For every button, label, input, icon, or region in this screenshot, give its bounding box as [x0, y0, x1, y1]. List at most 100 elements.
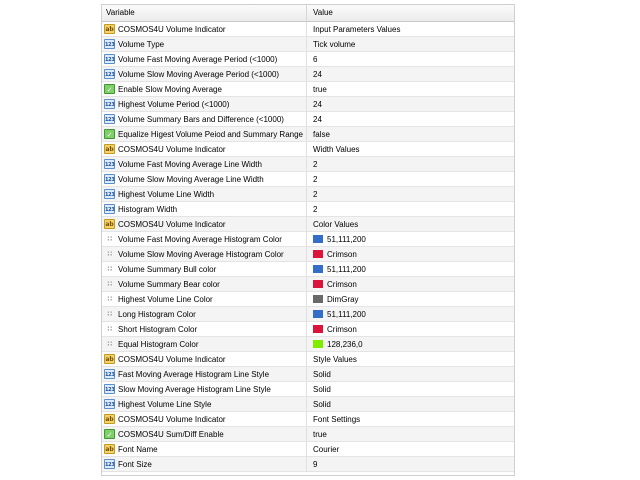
- color-icon: ∷: [107, 280, 112, 288]
- table-row[interactable]: ∷ Highest Volume Line Color DimGray: [102, 292, 514, 307]
- table-row[interactable]: ∷ Long Histogram Color 51,111,200: [102, 307, 514, 322]
- value-cell[interactable]: 2: [307, 187, 514, 201]
- variable-cell: ab COSMOS4U Volume Indicator: [102, 217, 307, 231]
- parameter-value: DimGray: [327, 294, 359, 304]
- parameter-value: Crimson: [327, 249, 357, 259]
- variable-cell: ∷ Volume Summary Bull color: [102, 262, 307, 276]
- table-row[interactable]: 123 Fast Moving Average Histogram Line St…: [102, 367, 514, 382]
- table-row[interactable]: 123 Volume Slow Moving Average Line Width…: [102, 172, 514, 187]
- table-row[interactable]: 123 Volume Fast Moving Average Period (<1…: [102, 52, 514, 67]
- value-cell[interactable]: Tick volume: [307, 37, 514, 51]
- value-cell[interactable]: 51,111,200: [307, 262, 514, 276]
- table-row[interactable]: ∷ Volume Summary Bear color Crimson: [102, 277, 514, 292]
- table-row[interactable]: ∷ Volume Fast Moving Average Histogram Co…: [102, 232, 514, 247]
- table-row[interactable]: ab COSMOS4U Volume Indicator Width Values: [102, 142, 514, 157]
- value-cell[interactable]: false: [307, 127, 514, 141]
- table-row[interactable]: ✓ Enable Slow Moving Average true: [102, 82, 514, 97]
- variable-name: Fast Moving Average Histogram Line Style: [118, 369, 270, 379]
- variable-cell: ✓ Equalize Higest Volume Peiod and Summar…: [102, 127, 307, 141]
- table-row[interactable]: 123 Volume Type Tick volume: [102, 37, 514, 52]
- table-row[interactable]: ab COSMOS4U Volume Indicator Font Settings: [102, 412, 514, 427]
- table-row[interactable]: 123 Highest Volume Line Width 2: [102, 187, 514, 202]
- value-cell[interactable]: Solid: [307, 367, 514, 381]
- value-cell[interactable]: 2: [307, 172, 514, 186]
- value-cell[interactable]: Style Values: [307, 352, 514, 366]
- value-cell[interactable]: Solid: [307, 382, 514, 396]
- parameter-value: 6: [313, 54, 318, 64]
- table-row[interactable]: ∷ Short Histogram Color Crimson: [102, 322, 514, 337]
- parameter-value: Tick volume: [313, 39, 356, 49]
- table-row[interactable]: 123 Font Size 9: [102, 457, 514, 472]
- value-cell[interactable]: 2: [307, 157, 514, 171]
- value-cell[interactable]: Courier: [307, 442, 514, 456]
- value-cell[interactable]: 9: [307, 457, 514, 471]
- parameter-value: 24: [313, 114, 322, 124]
- value-cell[interactable]: 24: [307, 97, 514, 111]
- integer-icon: 123: [104, 54, 115, 64]
- variable-column-header[interactable]: Variable: [102, 5, 307, 21]
- color-swatch: [313, 340, 323, 348]
- value-cell[interactable]: 24: [307, 112, 514, 126]
- value-cell[interactable]: 51,111,200: [307, 232, 514, 246]
- variable-cell: 123 Volume Fast Moving Average Line Width: [102, 157, 307, 171]
- variable-name: Volume Summary Bear color: [118, 279, 220, 289]
- value-cell[interactable]: Font Settings: [307, 412, 514, 426]
- table-row[interactable]: 123 Volume Summary Bars and Difference (<…: [102, 112, 514, 127]
- table-row[interactable]: ab Font Name Courier: [102, 442, 514, 457]
- color-swatch: [313, 280, 323, 288]
- variable-cell: ∷ Equal Histogram Color: [102, 337, 307, 351]
- variable-cell: 123 Volume Type: [102, 37, 307, 51]
- value-cell[interactable]: Solid: [307, 397, 514, 411]
- table-row[interactable]: 123 Slow Moving Average Histogram Line St…: [102, 382, 514, 397]
- value-cell[interactable]: Color Values: [307, 217, 514, 231]
- color-swatch: [313, 325, 323, 333]
- variable-cell: 123 Highest Volume Period (<1000): [102, 97, 307, 111]
- value-cell[interactable]: 24: [307, 67, 514, 81]
- variable-cell: ab Font Name: [102, 442, 307, 456]
- value-cell[interactable]: Crimson: [307, 277, 514, 291]
- value-cell[interactable]: 128,236,0: [307, 337, 514, 351]
- value-cell[interactable]: Crimson: [307, 247, 514, 261]
- value-cell[interactable]: 6: [307, 52, 514, 66]
- table-row[interactable]: ∷ Volume Summary Bull color 51,111,200: [102, 262, 514, 277]
- value-cell[interactable]: 51,111,200: [307, 307, 514, 321]
- value-cell[interactable]: true: [307, 427, 514, 441]
- value-cell[interactable]: 2: [307, 202, 514, 216]
- table-row[interactable]: 123 Highest Volume Line Style Solid: [102, 397, 514, 412]
- table-row[interactable]: ab COSMOS4U Volume Indicator Style Values: [102, 352, 514, 367]
- table-row[interactable]: ab COSMOS4U Volume Indicator Color Values: [102, 217, 514, 232]
- parameter-value: 9: [313, 459, 318, 469]
- table-row[interactable]: ✓ COSMOS4U Sum/Diff Enable true: [102, 427, 514, 442]
- integer-icon: 123: [104, 99, 115, 109]
- value-cell[interactable]: Width Values: [307, 142, 514, 156]
- parameter-value: 51,111,200: [327, 234, 366, 244]
- variable-name: Long Histogram Color: [118, 309, 196, 319]
- variable-name: Short Histogram Color: [118, 324, 198, 334]
- table-row[interactable]: ∷ Equal Histogram Color 128,236,0: [102, 337, 514, 352]
- variable-name: Highest Volume Line Style: [118, 399, 212, 409]
- parameters-grid: Variable Value ab COSMOS4U Volume Indicat…: [101, 4, 515, 476]
- value-column-header[interactable]: Value: [307, 5, 514, 21]
- value-cell[interactable]: Input Parameters Values: [307, 22, 514, 36]
- variable-name: COSMOS4U Volume Indicator: [118, 414, 226, 424]
- table-row[interactable]: 123 Histogram Width 2: [102, 202, 514, 217]
- table-row[interactable]: ab COSMOS4U Volume Indicator Input Paramet…: [102, 22, 514, 37]
- value-cell[interactable]: Crimson: [307, 322, 514, 336]
- table-row[interactable]: 123 Volume Slow Moving Average Period (<1…: [102, 67, 514, 82]
- color-icon: ∷: [107, 250, 112, 258]
- table-row[interactable]: ∷ Volume Slow Moving Average Histogram Co…: [102, 247, 514, 262]
- parameter-value: Solid: [313, 399, 331, 409]
- integer-icon: 123: [104, 384, 115, 394]
- parameter-value: 2: [313, 159, 318, 169]
- value-cell[interactable]: true: [307, 82, 514, 96]
- value-cell[interactable]: DimGray: [307, 292, 514, 306]
- table-row[interactable]: ✓ Equalize Higest Volume Peiod and Summar…: [102, 127, 514, 142]
- variable-cell: ✓ COSMOS4U Sum/Diff Enable: [102, 427, 307, 441]
- table-row[interactable]: 123 Volume Fast Moving Average Line Width…: [102, 157, 514, 172]
- parameter-value: Input Parameters Values: [313, 24, 401, 34]
- variable-name: Font Size: [118, 459, 152, 469]
- variable-name: Volume Slow Moving Average Period (<1000…: [118, 69, 280, 79]
- parameter-value: Color Values: [313, 219, 359, 229]
- table-row[interactable]: 123 Highest Volume Period (<1000) 24: [102, 97, 514, 112]
- parameter-value: 51,111,200: [327, 309, 366, 319]
